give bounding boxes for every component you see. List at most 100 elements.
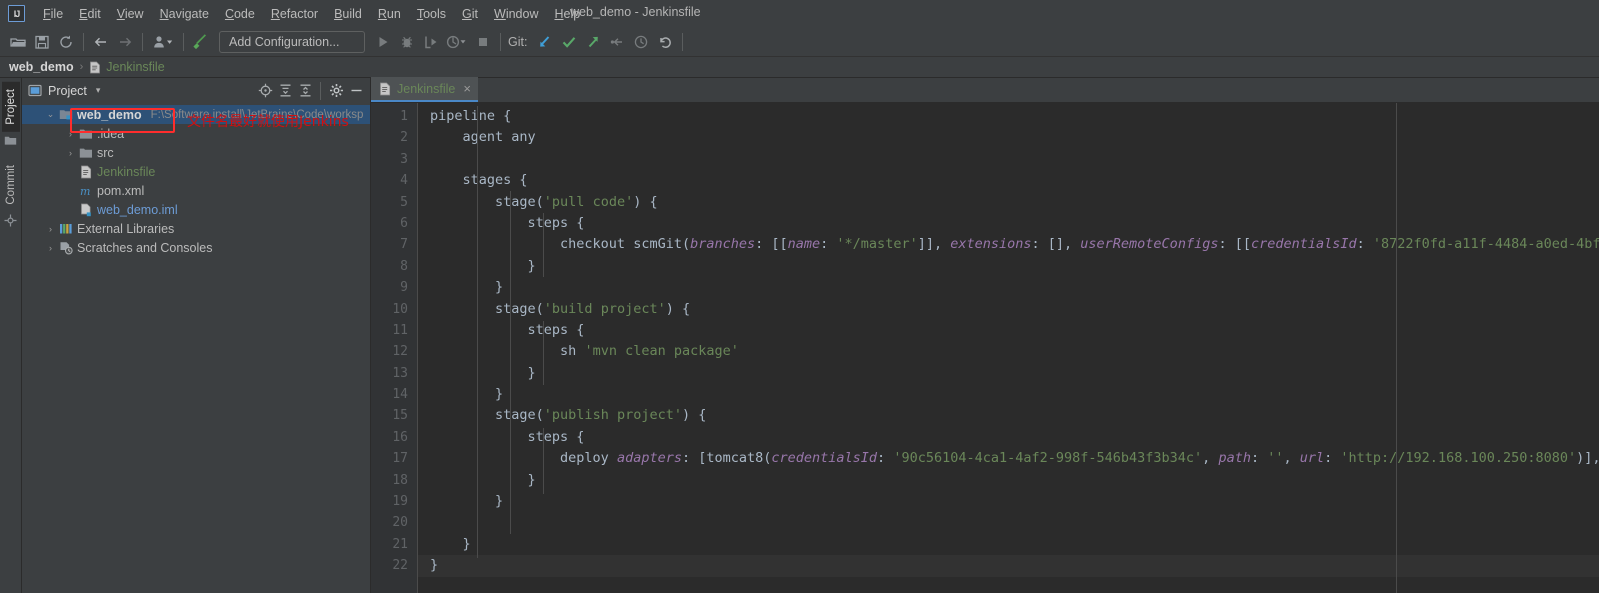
code-line: } [430,535,471,552]
menu-view[interactable]: View [109,4,152,24]
git-push-icon[interactable] [581,30,605,54]
line-number: 1 [400,109,408,124]
tree-label: Scratches and Consoles [77,240,213,255]
tool-window-tab-commit[interactable]: Commit [2,158,20,212]
navigate-forward-icon[interactable] [113,30,137,54]
code-line: sh 'mvn clean package' [430,343,739,360]
code-line: steps { [430,428,585,445]
chevron-right-icon[interactable]: › [44,224,57,234]
toolbar-divider [183,32,184,51]
line-number: 6 [400,215,408,231]
line-number: 10 [392,301,408,317]
chevron-expanded-icon[interactable]: ⌄ [44,109,57,120]
line-number: 11 [392,322,408,338]
code-line: checkout scmGit(branches: [[name: '*/mas… [430,236,1599,253]
tree-node-external-libraries[interactable]: › External Libraries [22,219,370,238]
git-update-icon[interactable] [533,30,557,54]
code-editor[interactable]: 1 2 3 4 5 6 7 8 9 10 11 12 13 14 15 16 1… [371,103,1599,593]
tree-node-jenkinsfile[interactable]: Jenkinsfile [22,162,370,181]
save-all-icon[interactable] [30,30,54,54]
git-label: Git: [508,34,528,49]
tree-label: pom.xml [97,183,145,198]
tree-label: web_demo.iml [97,202,178,217]
main-area: Project Commit Project ▾ ⌄ web_demo F:\S… [0,77,1599,593]
code-line: stages { [430,172,528,189]
menu-tools[interactable]: Tools [409,4,454,24]
settings-gear-icon[interactable] [326,81,346,101]
build-hammer-icon[interactable] [189,30,213,54]
run-configuration-selector[interactable]: Add Configuration... [219,30,365,53]
project-window-icon [28,84,42,97]
tree-label: src [97,145,114,160]
line-number: 14 [392,387,408,403]
tree-node-src[interactable]: › src [22,143,370,162]
menu-edit[interactable]: Edit [71,4,109,24]
code-text[interactable]: pipeline { agent any stages { stage('pul… [417,103,1599,593]
indent-guide [543,213,544,277]
close-icon[interactable]: × [463,81,471,96]
debug-icon[interactable] [395,30,419,54]
chevron-right-icon[interactable]: › [64,129,77,139]
panel-divider [320,81,321,100]
line-number: 8 [400,258,408,274]
menu-code[interactable]: Code [217,4,263,24]
folder-icon [77,128,94,140]
stop-icon[interactable] [471,30,495,54]
git-rollback-icon[interactable] [653,30,677,54]
menu-run[interactable]: Run [370,4,409,24]
line-number: 13 [392,365,408,381]
indent-guide [543,428,544,494]
code-line: stage('publish project') { [430,407,707,424]
iml-file-icon [77,203,94,217]
git-history-icon[interactable] [629,30,653,54]
left-tool-window-bar: Project Commit [0,78,22,593]
open-folder-icon[interactable] [6,30,30,54]
indent-guide [477,106,478,558]
menu-git[interactable]: Git [454,4,486,24]
code-line: stage('build project') { [430,300,691,317]
tree-node-scratches-and-consoles[interactable]: › Scratches and Consoles [22,238,370,257]
run-icon[interactable] [371,30,395,54]
breadcrumb-separator: › [79,61,84,73]
menu-window[interactable]: Window [486,4,546,24]
tool-window-tab-project[interactable]: Project [1,82,20,132]
line-number: 4 [400,173,408,189]
run-with-coverage-icon[interactable] [419,30,443,54]
line-number: 9 [400,280,408,296]
toolbar-divider [682,32,684,51]
expand-all-icon[interactable] [275,81,295,101]
tree-label: Jenkinsfile [97,164,156,179]
profiler-icon[interactable] [443,30,471,54]
breadcrumb-project[interactable]: web_demo [9,60,74,74]
folder-icon [77,147,94,159]
menu-navigate[interactable]: Navigate [152,4,217,24]
line-number-gutter: 1 2 3 4 5 6 7 8 9 10 11 12 13 14 15 16 1… [371,103,417,593]
collapse-all-icon[interactable] [295,81,315,101]
menu-file[interactable]: File [35,4,71,24]
hide-panel-icon[interactable] [346,81,366,101]
file-text-icon [89,61,101,74]
main-toolbar: Add Configuration... Git: [0,27,1599,57]
chevron-right-icon[interactable]: › [44,243,57,253]
line-number: 18 [392,472,408,488]
navigate-back-icon[interactable] [89,30,113,54]
tree-node-web-demo-iml[interactable]: web_demo.iml [22,200,370,219]
recent-files-icon[interactable] [148,30,178,54]
file-text-icon [379,82,391,96]
code-line: steps { [430,214,585,231]
line-number: 12 [392,344,408,360]
git-branch-icon[interactable] [605,30,629,54]
refresh-icon[interactable] [54,30,78,54]
chevron-right-icon[interactable]: › [64,148,77,158]
chevron-down-icon[interactable]: ▾ [96,85,101,96]
select-opened-file-icon[interactable] [255,81,275,101]
editor-tab-jenkinsfile[interactable]: Jenkinsfile × [371,77,478,102]
menu-build[interactable]: Build [326,4,370,24]
code-line: } [430,493,504,510]
tree-node-pom-xml[interactable]: m pom.xml [22,181,370,200]
breadcrumb-file[interactable]: Jenkinsfile [106,60,164,74]
git-commit-icon[interactable] [557,30,581,54]
tree-label: External Libraries [77,221,175,236]
menu-refactor[interactable]: Refactor [263,4,326,24]
